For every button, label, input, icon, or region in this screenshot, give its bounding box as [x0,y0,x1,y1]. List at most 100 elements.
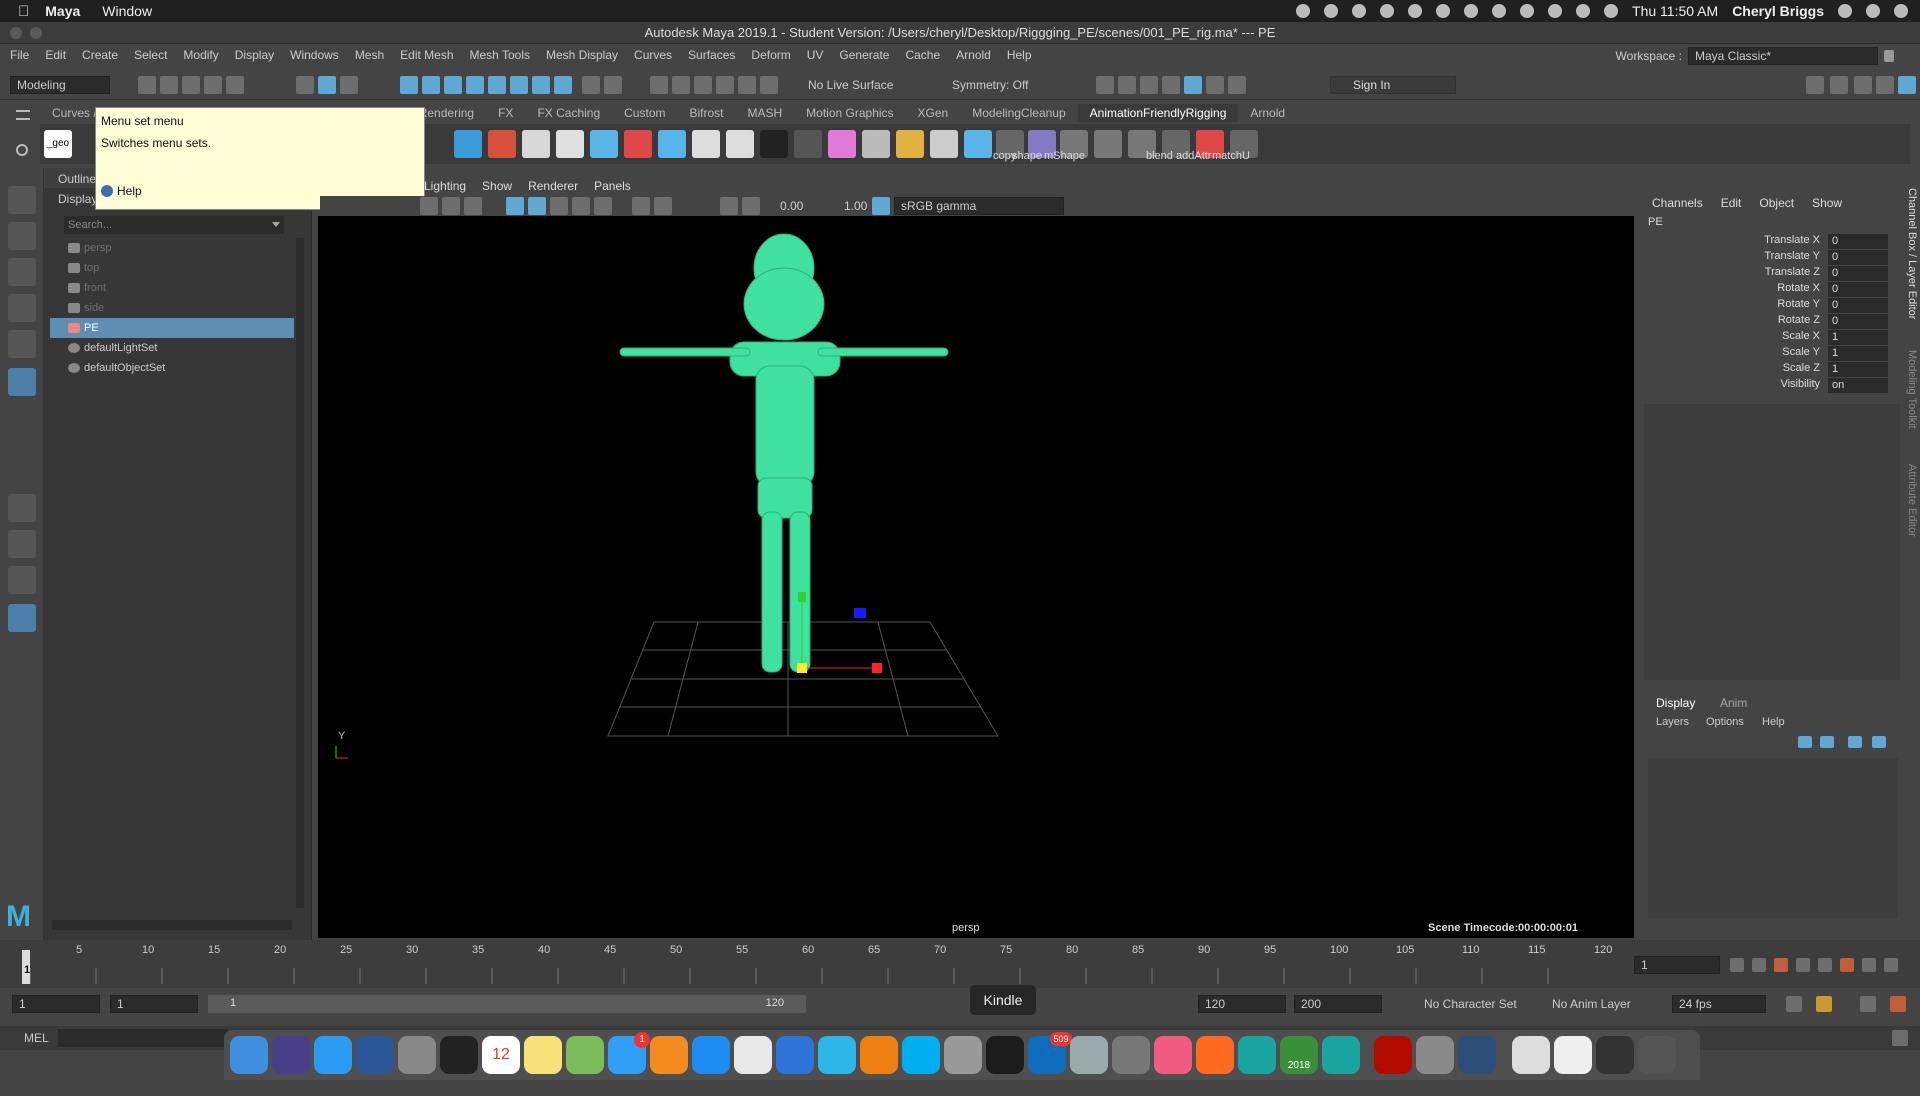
creative-cloud-icon[interactable] [1324,4,1339,18]
layer-tab-anim[interactable]: Anim [1720,696,1747,710]
step-back-frame-icon[interactable] [1752,958,1766,972]
documents-stack-icon[interactable] [1512,1036,1550,1074]
curve-select-icon[interactable] [760,76,778,94]
accessibility-icon[interactable] [1464,4,1479,18]
notes-icon[interactable] [524,1036,562,1074]
apple-icon[interactable]:  [18,3,29,20]
step-forward-frame-icon[interactable] [1862,958,1876,972]
menu-curves[interactable]: Curves [634,48,672,62]
anim-layer-dropdown[interactable]: No Anim Layer [1552,997,1631,1011]
new-layer-selected-icon[interactable] [1872,736,1886,748]
channel-box-menu-channels[interactable]: Channels [1652,196,1703,210]
select-tool-icon[interactable] [8,186,36,214]
input-source-icon[interactable] [1604,4,1619,18]
render-view-icon[interactable] [1096,76,1114,94]
new-layer-icon[interactable] [1848,736,1862,748]
arnold-render-icon[interactable] [1206,76,1224,94]
app-menu-maya[interactable]: Maya [45,3,80,19]
layer-tab-display[interactable]: Display [1656,696,1695,710]
attribute-translate-y[interactable]: Translate Y0 [1644,250,1904,266]
fps-dropdown[interactable]: 24 fps [1672,995,1766,1013]
siri-icon[interactable] [1866,4,1880,18]
app-store-icon[interactable] [692,1036,730,1074]
lock-construction-icon[interactable] [582,76,600,94]
close-window-button[interactable] [10,27,22,39]
attribute-scale-z[interactable]: Scale Z1 [1644,362,1904,378]
four-view-layout-icon[interactable] [8,530,36,558]
textured-icon[interactable] [550,197,568,215]
messages-icon[interactable]: 1 [608,1032,650,1074]
pause-icon[interactable] [1228,76,1246,94]
undo-icon[interactable] [204,76,222,94]
maps-icon[interactable] [566,1036,604,1074]
render-settings-icon[interactable] [1162,76,1180,94]
clock-app-icon[interactable] [440,1036,478,1074]
snap-curve-icon[interactable] [422,76,440,94]
open-scene-icon[interactable] [160,76,178,94]
snap-surface-icon[interactable] [488,76,506,94]
ipr-render-icon[interactable] [1140,76,1158,94]
shelf-cube-icon[interactable] [760,130,788,158]
skype-icon[interactable] [902,1036,940,1074]
spotlight-icon[interactable] [1838,4,1852,18]
minimize-window-button[interactable] [30,27,42,39]
color-management-icon[interactable] [872,197,890,215]
playback-end-field[interactable]: 120 [1198,995,1286,1013]
menu-surfaces[interactable]: Surfaces [688,48,735,62]
maya-2019-icon[interactable] [1322,1036,1360,1074]
channel-box-menu-object[interactable]: Object [1759,196,1794,210]
input-magnet-icon[interactable] [672,76,690,94]
lock-icon[interactable] [1884,50,1894,62]
chrome-icon[interactable] [734,1036,772,1074]
outliner-search-input[interactable]: Search... [64,216,284,234]
redo-icon[interactable] [226,76,244,94]
shelf-color-wheel-icon[interactable] [828,130,856,158]
shelf-dots-icon[interactable] [862,130,890,158]
tool-settings-icon[interactable] [1876,76,1894,94]
downloads-stack-icon[interactable] [1554,1036,1592,1074]
menu-help[interactable]: Help [1007,48,1032,62]
color-space-dropdown[interactable]: sRGB gamma [894,197,1064,215]
siri-dock-icon[interactable] [272,1036,310,1074]
panel-menu-lighting[interactable]: Lighting [424,179,466,193]
word-icon[interactable] [356,1036,394,1074]
step-back-key-icon[interactable] [1774,958,1788,972]
live-surface-label[interactable]: No Live Surface [808,78,893,92]
shelf-menu-icon[interactable] [16,110,30,120]
two-pane-layout-icon[interactable] [8,566,36,594]
shelf-orient-constraint-icon[interactable] [658,130,686,158]
grid-toggle-icon[interactable] [420,197,438,215]
outliner-display-menu[interactable]: Display [58,192,97,206]
user-name[interactable]: Cheryl Briggs [1732,3,1824,19]
channel-box-menu-edit[interactable]: Edit [1721,196,1742,210]
lasso-tool-icon[interactable] [8,222,36,250]
system-preferences-icon[interactable] [1416,1036,1454,1074]
books-icon[interactable] [650,1036,688,1074]
shelf-paint-icon[interactable] [556,130,584,158]
modeling-toolkit-icon[interactable] [1806,76,1824,94]
anim-prefs-icon[interactable] [1860,996,1876,1012]
shelf-joint-tool-icon[interactable] [454,130,482,158]
script-editor-icon[interactable] [1890,996,1906,1012]
outliner-item-front[interactable]: front [50,278,294,298]
move-tool-icon[interactable] [8,294,36,322]
firefox-icon[interactable] [1196,1036,1234,1074]
range-slider[interactable]: 1 120 [208,995,806,1013]
shelf-eye-icon[interactable] [692,130,720,158]
current-frame-field[interactable]: 1 [1634,956,1720,974]
select-object-icon[interactable] [318,76,336,94]
shelf-ik-icon[interactable] [488,130,516,158]
notification-center-icon[interactable] [1894,4,1908,18]
viewport-persp[interactable]: Y persp Scene Timecode: 00:00:00:01 [318,216,1634,938]
shelf-geo-icon[interactable]: _geo [44,130,72,158]
menu-windows[interactable]: Windows [290,48,339,62]
layer-list[interactable] [1648,758,1898,918]
attribute-visibility[interactable]: Visibility on [1644,378,1904,394]
snap-question-icon[interactable] [554,76,572,94]
attribute-scale-x[interactable]: Scale X1 [1644,330,1904,346]
calendar-icon[interactable]: 12 [482,1036,520,1074]
attribute-rotate-z[interactable]: Rotate Z0 [1644,314,1904,330]
record-icon[interactable] [1296,4,1311,18]
panel-menu-show[interactable]: Show [482,179,512,193]
step-forward-key-icon[interactable] [1840,958,1854,972]
